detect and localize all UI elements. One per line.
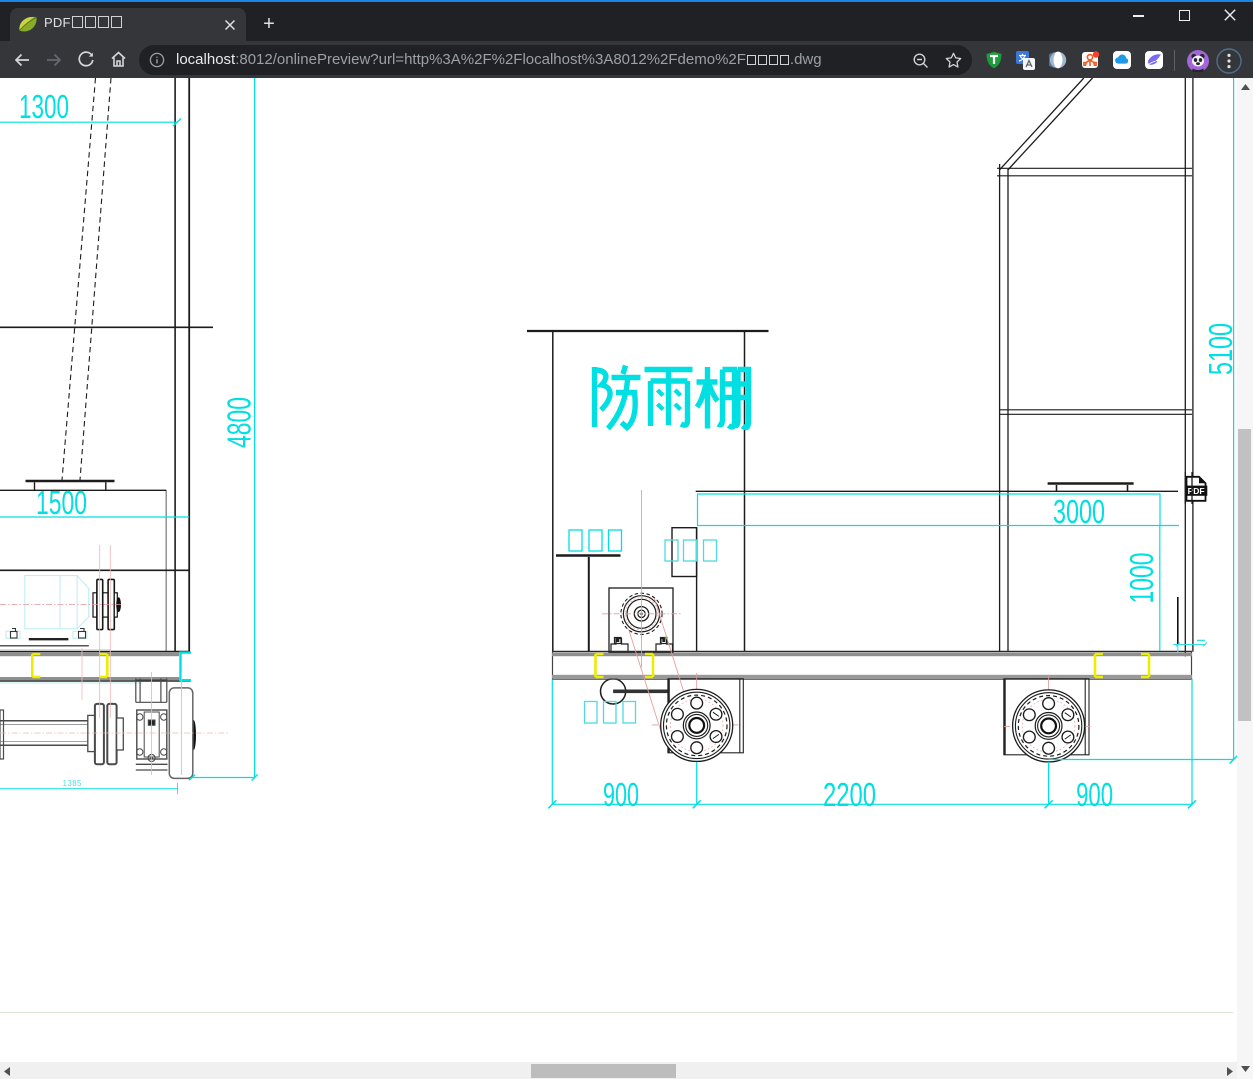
- svg-text:1000: 1000: [1123, 553, 1160, 604]
- svg-text:3000: 3000: [1053, 493, 1105, 530]
- svg-text:PDF: PDF: [1188, 486, 1205, 496]
- svg-text:4800: 4800: [221, 397, 258, 448]
- svg-text:2200: 2200: [823, 776, 876, 813]
- svg-text:900: 900: [1076, 776, 1113, 813]
- svg-text:1500: 1500: [36, 484, 87, 521]
- svg-text:900: 900: [603, 776, 639, 813]
- svg-text:1385: 1385: [63, 779, 83, 788]
- svg-text:1300: 1300: [19, 88, 69, 125]
- svg-text:5100: 5100: [1202, 323, 1239, 375]
